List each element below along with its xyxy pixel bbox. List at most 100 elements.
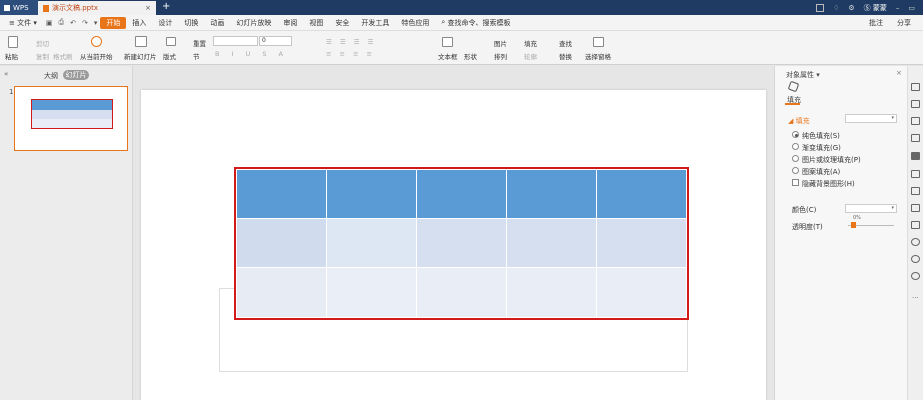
replace-button[interactable]: 替换 xyxy=(559,51,572,61)
layout-button[interactable]: 版式 xyxy=(163,51,176,61)
tab-developer[interactable]: 开发工具 xyxy=(355,17,395,29)
layout-icon[interactable] xyxy=(816,3,825,12)
maximize-icon[interactable]: ▭ xyxy=(908,4,915,12)
textbox-button[interactable]: 文本框 xyxy=(438,51,458,61)
sidebar-help-icon[interactable] xyxy=(911,272,920,280)
table-cell[interactable] xyxy=(416,266,507,319)
sidebar-layout-icon[interactable] xyxy=(911,187,920,195)
font-size-field[interactable]: 0 xyxy=(259,36,292,46)
transparency-slider-handle[interactable] xyxy=(851,222,856,228)
gradient-fill-label[interactable]: 渐变填充(G) xyxy=(802,143,841,153)
sidebar-backup-icon[interactable] xyxy=(911,238,920,246)
tab-transition[interactable]: 切换 xyxy=(178,17,204,29)
play-from-current-button[interactable]: 从当前开始 xyxy=(80,51,113,61)
find-button[interactable]: 查找 xyxy=(559,38,572,48)
tab-design[interactable]: 设计 xyxy=(152,17,178,29)
close-tab-icon[interactable]: × xyxy=(145,4,151,12)
table-cell[interactable] xyxy=(236,266,327,319)
table-cell[interactable] xyxy=(596,266,687,319)
table-cell[interactable] xyxy=(326,217,417,268)
solid-fill-radio[interactable] xyxy=(792,131,799,138)
table-cell[interactable] xyxy=(326,169,417,219)
table-cell[interactable] xyxy=(596,169,687,219)
undo-icon[interactable]: ↶ xyxy=(67,19,79,27)
format-painter-button[interactable]: 格式刷 xyxy=(53,51,73,61)
redo-icon[interactable]: ↷ xyxy=(79,19,91,27)
table-cell[interactable] xyxy=(506,169,597,219)
outline-button[interactable]: 轮廓 xyxy=(524,51,537,61)
picture-fill-label[interactable]: 图片或纹理填充(P) xyxy=(802,155,861,165)
minimize-icon[interactable]: – xyxy=(896,4,900,12)
share-button[interactable]: 分享 xyxy=(897,18,911,28)
align-buttons[interactable]: ≡ ≡ ≡ ≡ xyxy=(326,50,375,58)
select-pane-button[interactable]: 选择窗格 xyxy=(585,51,611,61)
section-button[interactable]: 节 xyxy=(193,51,200,61)
fill-section-header[interactable]: ◢ 填充 xyxy=(788,116,810,126)
hide-background-checkbox[interactable] xyxy=(792,179,799,186)
table-cell[interactable] xyxy=(416,217,507,268)
shape-button[interactable]: 形状 xyxy=(464,51,477,61)
document-tab[interactable]: 演示文稿.pptx × xyxy=(38,1,156,15)
fill-type-dropdown[interactable] xyxy=(845,114,897,123)
tab-security[interactable]: 安全 xyxy=(329,17,355,29)
sidebar-history-icon[interactable] xyxy=(911,255,920,263)
copy-button[interactable]: 复制 xyxy=(36,51,49,61)
panel-title[interactable]: 对象属性 ▾ xyxy=(786,70,820,80)
tab-insert[interactable]: 插入 xyxy=(126,17,152,29)
tab-slides[interactable]: 幻灯片 xyxy=(63,70,89,80)
command-search[interactable]: ⌕ 查找命令、搜索模板 xyxy=(435,17,516,29)
new-slide-button[interactable]: 新建幻灯片 xyxy=(124,51,157,61)
file-menu[interactable]: ≡ 文件 ▾ xyxy=(3,17,43,29)
skin-icon[interactable]: ♢ xyxy=(833,4,839,12)
new-tab-button[interactable]: + xyxy=(162,1,170,12)
table-cell[interactable] xyxy=(326,266,417,319)
sidebar-style-icon[interactable] xyxy=(911,100,920,108)
play-icon[interactable] xyxy=(91,36,102,47)
sidebar-animation-icon[interactable] xyxy=(911,117,920,125)
user-account[interactable]: Ⓢ 蒙蒙 xyxy=(864,3,887,13)
select-pane-icon[interactable] xyxy=(593,37,604,47)
sidebar-object-properties-icon[interactable] xyxy=(911,152,920,160)
tab-review[interactable]: 审阅 xyxy=(277,17,303,29)
collapse-panel-icon[interactable]: « xyxy=(4,70,8,78)
comment-button[interactable]: 批注 xyxy=(869,18,883,28)
pattern-fill-label[interactable]: 图案填充(A) xyxy=(802,167,840,177)
table-cell[interactable] xyxy=(416,169,507,219)
picture-button[interactable]: 图片 xyxy=(494,38,507,48)
table-cell[interactable] xyxy=(506,266,597,319)
customize-icon[interactable]: ▾ xyxy=(91,19,101,27)
wps-home-tab[interactable]: WPS xyxy=(0,0,38,15)
font-style-buttons[interactable]: B I U S A xyxy=(215,50,288,58)
tab-home[interactable]: 开始 xyxy=(100,16,127,29)
pattern-fill-radio[interactable] xyxy=(792,167,799,174)
new-slide-icon[interactable] xyxy=(135,36,147,47)
sidebar-transition-icon[interactable] xyxy=(911,221,920,229)
solid-fill-label[interactable]: 纯色填充(S) xyxy=(802,131,840,141)
reset-button[interactable]: 重置 xyxy=(193,38,206,48)
arrange-button[interactable]: 排列 xyxy=(494,51,507,61)
sidebar-property-icon[interactable] xyxy=(911,134,920,142)
tab-animation[interactable]: 动画 xyxy=(204,17,230,29)
paragraph-buttons[interactable]: ☰ ☰ ☰ ☰ xyxy=(326,38,377,46)
slide-thumbnail[interactable] xyxy=(14,86,128,151)
tab-features[interactable]: 特色应用 xyxy=(395,17,435,29)
table-cell[interactable] xyxy=(236,217,327,268)
color-dropdown[interactable] xyxy=(845,204,897,213)
settings-icon[interactable]: ⚙ xyxy=(848,4,854,12)
fill-button[interactable]: 填充 xyxy=(524,38,537,48)
panel-close-icon[interactable]: × xyxy=(896,69,902,77)
gradient-fill-radio[interactable] xyxy=(792,143,799,150)
sidebar-format-icon[interactable] xyxy=(911,170,920,178)
paste-icon[interactable] xyxy=(8,36,18,48)
table-cell[interactable] xyxy=(506,217,597,268)
font-name-field[interactable] xyxy=(213,36,258,46)
hide-background-label[interactable]: 隐藏背景图形(H) xyxy=(802,179,855,189)
sidebar-image-icon[interactable] xyxy=(911,204,920,212)
layout-icon[interactable] xyxy=(166,37,176,46)
save-icon[interactable]: ▣ xyxy=(43,19,56,27)
cut-button[interactable]: 剪切 xyxy=(36,38,49,48)
sidebar-more-icon[interactable]: ··· xyxy=(912,294,919,302)
textbox-icon[interactable] xyxy=(442,37,453,47)
tab-outline[interactable]: 大纲 xyxy=(44,71,58,81)
paste-button[interactable]: 粘贴 xyxy=(5,51,18,61)
